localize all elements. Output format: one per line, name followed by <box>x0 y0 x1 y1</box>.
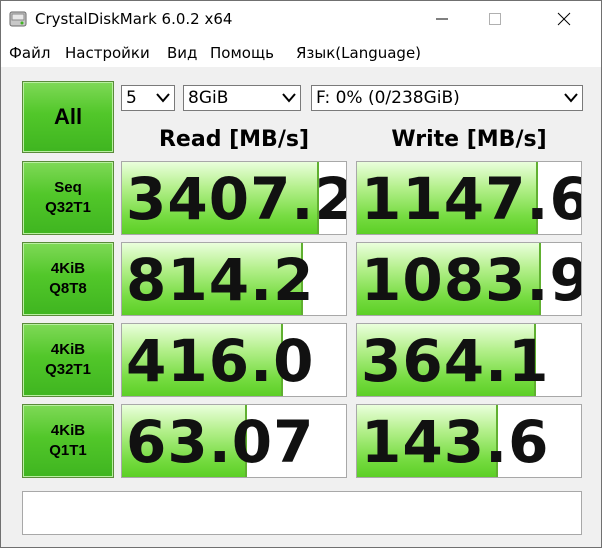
maximize-icon <box>489 13 501 25</box>
write-value: 143.6 <box>361 408 550 476</box>
menu-view[interactable]: Вид <box>167 44 197 62</box>
drive-select[interactable]: F: 0% (0/238GiB) <box>311 85 583 111</box>
write-header: Write [MB/s] <box>391 127 547 152</box>
read-result-4kib-q1t1: 63.07 <box>121 404 347 478</box>
write-result-4kib-q32t1: 364.1 <box>356 323 582 397</box>
write-result-seq-q32t1: 1147.6 <box>356 161 582 235</box>
read-value: 63.07 <box>126 408 315 476</box>
menu-file[interactable]: Файл <box>9 44 50 62</box>
drive-value: F: 0% (0/238GiB) <box>316 88 460 108</box>
write-value: 1083.9 <box>361 246 582 314</box>
test-name-line1: 4KiB <box>50 422 86 439</box>
app-window: CrystalDiskMark 6.0.2 x64 Файл Настройки… <box>0 0 602 548</box>
write-value: 364.1 <box>361 327 550 395</box>
test-count-select[interactable]: 5 <box>121 85 175 111</box>
test-name-line1: Seq <box>54 179 82 196</box>
test-name-line2: Q8T8 <box>49 280 87 297</box>
write-value: 1147.6 <box>361 165 582 233</box>
read-result-seq-q32t1: 3407.2 <box>121 161 347 235</box>
maximize-button[interactable] <box>472 1 518 37</box>
test-size-value: 8GiB <box>188 88 229 108</box>
minimize-button[interactable] <box>419 1 465 37</box>
4kib-q32t1-button[interactable]: 4KiB Q32T1 <box>22 323 114 397</box>
write-result-4kib-q8t8: 1083.9 <box>356 242 582 316</box>
test-name-line2: Q32T1 <box>45 199 91 216</box>
read-result-4kib-q32t1: 416.0 <box>121 323 347 397</box>
all-button[interactable]: All <box>22 81 114 153</box>
test-name-line2: Q1T1 <box>49 442 87 459</box>
test-name-line2: Q32T1 <box>45 361 91 378</box>
window-title: CrystalDiskMark 6.0.2 x64 <box>35 10 233 28</box>
read-value: 3407.2 <box>126 165 347 233</box>
test-size-select[interactable]: 8GiB <box>183 85 301 111</box>
menu-help[interactable]: Помощь <box>210 44 274 62</box>
close-icon <box>557 12 571 26</box>
comment-field[interactable] <box>22 491 582 535</box>
read-value: 416.0 <box>126 327 315 395</box>
chevron-down-icon <box>564 93 578 103</box>
4kib-q1t1-button[interactable]: 4KiB Q1T1 <box>22 404 114 478</box>
4kib-q8t8-button[interactable]: 4KiB Q8T8 <box>22 242 114 316</box>
test-count-value: 5 <box>126 88 137 108</box>
read-value: 814.2 <box>126 246 315 314</box>
minimize-icon <box>436 18 448 20</box>
menu-language[interactable]: Язык(Language) <box>296 44 421 62</box>
main-panel: All 5 8GiB F: 0% (0/238GiB) Read [MB/s] … <box>1 67 601 547</box>
menu-bar: Файл Настройки Вид Помощь Язык(Language) <box>1 37 601 67</box>
menu-settings[interactable]: Настройки <box>65 44 150 62</box>
chevron-down-icon <box>282 93 296 103</box>
read-header: Read [MB/s] <box>158 127 309 152</box>
title-bar: CrystalDiskMark 6.0.2 x64 <box>1 1 601 37</box>
write-result-4kib-q1t1: 143.6 <box>356 404 582 478</box>
disk-app-icon <box>9 11 27 27</box>
seq-q32t1-button[interactable]: Seq Q32T1 <box>22 161 114 235</box>
read-result-4kib-q8t8: 814.2 <box>121 242 347 316</box>
chevron-down-icon <box>156 93 170 103</box>
test-name-line1: 4KiB <box>50 341 86 358</box>
close-button[interactable] <box>541 1 587 37</box>
test-name-line1: 4KiB <box>50 260 86 277</box>
